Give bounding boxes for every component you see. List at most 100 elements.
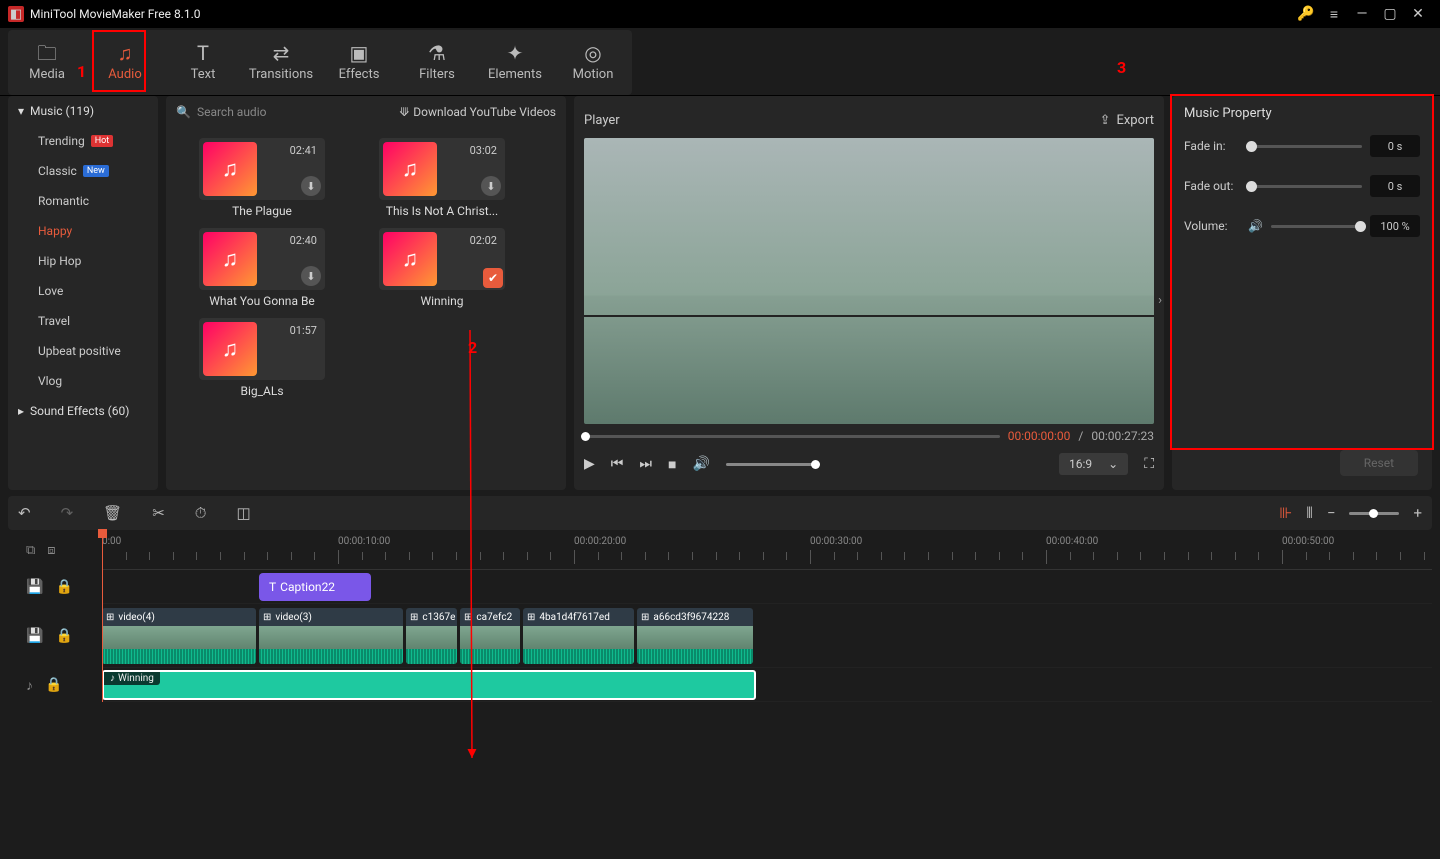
download-badge-icon[interactable]: ⬇ — [301, 266, 321, 286]
player-panel: Player ⇪ Export 00:00:00:00 / 00:00:27:2… — [574, 96, 1164, 490]
audio-track[interactable]: ♪Winning — [102, 668, 1432, 702]
video-clip[interactable]: ⊞video(3) — [259, 608, 403, 664]
prev-frame-button[interactable]: ⏮ — [611, 456, 624, 472]
tab-filters[interactable]: ⚗Filters — [398, 30, 476, 95]
split-button[interactable]: ✂ — [152, 504, 165, 522]
volume-slider[interactable] — [726, 463, 816, 466]
media-thumb[interactable]: ♫02:41⬇ — [199, 138, 325, 200]
track-area[interactable]: 0:0000:00:10:0000:00:20:0000:00:30:0000:… — [102, 530, 1432, 702]
app-logo: ◧ — [8, 6, 24, 22]
search-input[interactable]: Search audio — [197, 105, 267, 119]
panel-collapse-right[interactable]: › — [1158, 293, 1162, 308]
crop-button[interactable]: ◫ — [236, 504, 250, 522]
speed-button[interactable]: ⏱ — [195, 504, 207, 522]
download-badge-icon[interactable]: ⬇ — [301, 176, 321, 196]
tab-text[interactable]: TText — [164, 30, 242, 95]
category-item[interactable]: Romantic — [8, 186, 158, 216]
content-row: ▾ Music (119) TrendingHotClassicNewRoman… — [0, 96, 1440, 490]
tab-motion[interactable]: ◎Motion — [554, 30, 632, 95]
add-track-button[interactable]: ⧉ — [26, 543, 35, 558]
tab-elements[interactable]: ✦Elements — [476, 30, 554, 95]
fade-out-value[interactable]: 0 s — [1370, 175, 1420, 197]
category-item[interactable]: TrendingHot — [8, 126, 158, 156]
tab-audio[interactable]: ♫Audio — [86, 30, 164, 95]
category-panel: ▾ Music (119) TrendingHotClassicNewRoman… — [8, 96, 158, 490]
download-badge-icon[interactable]: ⬇ — [481, 176, 501, 196]
music-icon: ♫ — [203, 322, 257, 376]
caption-track-header[interactable]: 💾🔒 — [8, 570, 102, 604]
tab-media[interactable]: 🗀Media — [8, 30, 86, 95]
maximize-button[interactable]: ▢ — [1376, 6, 1404, 22]
category-item[interactable]: Travel — [8, 306, 158, 336]
remove-track-button[interactable]: ⧈ — [47, 543, 55, 558]
zoom-slider[interactable] — [1349, 512, 1399, 515]
video-track-header[interactable]: 💾🔒 — [8, 604, 102, 668]
tab-effects[interactable]: ▣Effects — [320, 30, 398, 95]
video-clip[interactable]: ⊞a66cd3f9674228 — [637, 608, 753, 664]
play-button[interactable]: ▶ — [584, 456, 595, 472]
caption-track[interactable]: TCaption22 — [102, 570, 1432, 604]
media-card[interactable]: ♫01:57Big_ALs — [182, 318, 342, 398]
category-item[interactable]: Vlog — [8, 366, 158, 396]
category-item[interactable]: Upbeat positive — [8, 336, 158, 366]
category-item[interactable]: ClassicNew — [8, 156, 158, 186]
minimize-button[interactable]: — — [1348, 6, 1376, 22]
clip-label: a66cd3f9674228 — [653, 612, 729, 623]
media-card[interactable]: ♫02:41⬇The Plague — [182, 138, 342, 218]
scrub-bar[interactable] — [584, 435, 1000, 438]
zoom-out-button[interactable]: − — [1327, 504, 1336, 522]
fade-out-slider[interactable] — [1248, 185, 1362, 188]
audio-track-header[interactable]: ♪🔒 — [8, 668, 102, 702]
video-clip[interactable]: ⊞4ba1d4f7617ed — [523, 608, 634, 664]
volume-prop-value[interactable]: 100 % — [1370, 215, 1420, 237]
time-ruler[interactable]: 0:0000:00:10:0000:00:20:0000:00:30:0000:… — [102, 530, 1432, 570]
next-frame-button[interactable]: ⏭ — [639, 456, 652, 472]
media-thumb[interactable]: ♫02:40⬇ — [199, 228, 325, 290]
category-item[interactable]: Hip Hop — [8, 246, 158, 276]
key-icon[interactable]: 🔑 — [1292, 6, 1320, 22]
speaker-icon[interactable]: 🔊 — [1248, 219, 1263, 233]
delete-button[interactable]: 🗑 — [103, 504, 122, 522]
fullscreen-button[interactable]: ⛶ — [1144, 456, 1154, 472]
media-duration: 01:57 — [290, 324, 317, 337]
media-thumb[interactable]: ♫03:02⬇ — [379, 138, 505, 200]
media-thumb[interactable]: ♫ 01:57 — [199, 318, 325, 380]
media-card[interactable]: ♫02:02✔Winning — [362, 228, 522, 308]
media-thumb[interactable]: ♫02:02✔ — [379, 228, 505, 290]
category-item[interactable]: Happy — [8, 216, 158, 246]
media-duration: 02:40 — [290, 234, 317, 247]
video-clip[interactable]: ⊞video(4) — [102, 608, 256, 664]
media-card[interactable]: ♫03:02⬇This Is Not A Christ... — [362, 138, 522, 218]
category-header-sfx[interactable]: ▸ Sound Effects (60) — [8, 396, 158, 426]
export-button[interactable]: ⇪ Export — [1100, 113, 1154, 128]
annotation-3: 3 — [1117, 58, 1126, 77]
stop-button[interactable]: ■ — [668, 456, 676, 473]
video-track[interactable]: ⊞video(4)⊞video(3)⊞c1367e⊞ca7efc2⊞4ba1d4… — [102, 604, 1432, 668]
clip-type-icon: ⊞ — [106, 612, 114, 623]
transitions-icon: ⇄ — [273, 43, 290, 63]
zoom-in-button[interactable]: + — [1413, 504, 1422, 522]
video-clip[interactable]: ⊞ca7efc2 — [460, 608, 520, 664]
media-card[interactable]: ♫02:40⬇What You Gonna Be — [182, 228, 342, 308]
magnet-button[interactable]: ⊪ — [1279, 504, 1292, 522]
tab-label: Effects — [339, 67, 380, 82]
volume-icon[interactable]: 🔊 — [692, 456, 709, 472]
markers-button[interactable]: ⦀ — [1306, 504, 1313, 522]
video-clip[interactable]: ⊞c1367e — [406, 608, 457, 664]
download-youtube-link[interactable]: ⟱ Download YouTube Videos — [399, 105, 556, 119]
category-item[interactable]: Love — [8, 276, 158, 306]
media-name: What You Gonna Be — [182, 294, 342, 308]
close-button[interactable]: ✕ — [1404, 6, 1432, 22]
undo-button[interactable]: ↶ — [18, 504, 31, 522]
redo-button[interactable]: ↷ — [61, 504, 74, 522]
menu-icon[interactable]: ≡ — [1320, 6, 1348, 23]
category-header-music[interactable]: ▾ Music (119) — [8, 96, 158, 126]
fade-in-slider[interactable] — [1248, 145, 1362, 148]
fade-in-value[interactable]: 0 s — [1370, 135, 1420, 157]
video-preview[interactable] — [584, 138, 1154, 424]
reset-button[interactable]: Reset — [1340, 450, 1418, 476]
playhead[interactable] — [102, 530, 103, 702]
tab-transitions[interactable]: ⇄Transitions — [242, 30, 320, 95]
aspect-ratio-select[interactable]: 16:9 ⌄ — [1059, 453, 1128, 475]
volume-prop-slider[interactable] — [1271, 225, 1362, 228]
